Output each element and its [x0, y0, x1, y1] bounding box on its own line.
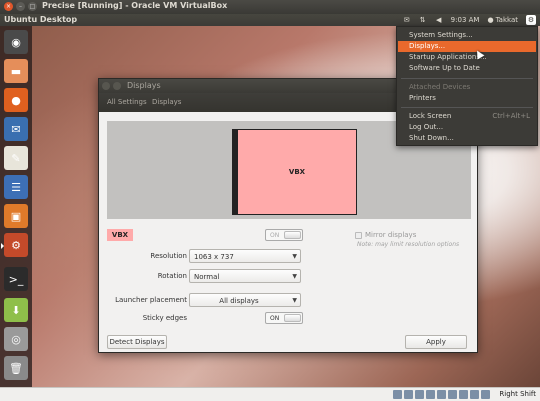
sticky-edges-label: Sticky edges — [142, 314, 187, 322]
monitor-preview[interactable]: VBX — [232, 129, 357, 215]
ubuntu-dash-icon[interactable]: ◉ — [4, 30, 28, 54]
menu-separator — [401, 107, 533, 108]
system-settings-icon[interactable]: ⚙ — [1, 233, 28, 257]
menu-item-displays[interactable]: Displays... — [398, 41, 536, 52]
mirror-label: Mirror displays — [365, 231, 417, 239]
resolution-label: Resolution — [150, 252, 187, 260]
keyboard-icon[interactable] — [481, 390, 490, 399]
apply-button[interactable]: Apply — [405, 335, 467, 349]
breadcrumb-all-settings[interactable]: All Settings — [107, 98, 147, 106]
thunderbird-icon[interactable]: ✉ — [4, 117, 28, 141]
close-icon[interactable]: × — [4, 2, 13, 11]
user-menu[interactable]: ● Takkat — [487, 16, 518, 24]
firefox-icon[interactable]: ● — [4, 88, 28, 112]
detect-displays-button[interactable]: Detect Displays — [107, 335, 167, 349]
vbox-status-bar: Right Shift — [0, 387, 540, 401]
menu-item-software-up-to-date[interactable]: Software Up to Date — [398, 63, 536, 74]
running-indicator — [1, 243, 4, 249]
chevron-down-icon: ▼ — [292, 273, 297, 280]
displays-window-controls — [102, 82, 121, 90]
mail-icon[interactable]: ✉ — [403, 16, 411, 24]
network-icon[interactable]: ⇅ — [419, 16, 427, 24]
lock-screen-label: Lock Screen — [409, 112, 452, 120]
maximize-icon[interactable]: □ — [28, 2, 37, 11]
lock-screen-shortcut: Ctrl+Alt+L — [492, 112, 530, 120]
network-icon[interactable] — [426, 390, 435, 399]
minimize-icon[interactable]: – — [16, 2, 25, 11]
rotation-value: Normal — [194, 273, 220, 281]
host-key-label: Right Shift — [499, 390, 536, 398]
vbox-window-controls: × – □ — [4, 2, 37, 11]
vbox-status-icons — [393, 390, 490, 399]
text-editor-icon[interactable]: ✎ — [4, 146, 28, 170]
launcher: ◉ ▬ ● ✉ ✎ ☰ ▣ ⚙ >_ ⬇ ◎ 🗑 — [0, 26, 32, 387]
desktop-label: Ubuntu Desktop — [4, 15, 78, 24]
usb-icon[interactable] — [415, 390, 424, 399]
trash-icon[interactable]: 🗑 — [4, 356, 28, 380]
checkbox-box — [355, 231, 362, 239]
minimize-icon[interactable] — [113, 82, 121, 90]
vbox-window-title: Precise [Running] - Oracle VM VirtualBox — [42, 1, 228, 10]
monitor-label: VBX — [288, 168, 306, 176]
toggle-knob — [284, 231, 301, 239]
user-name: Takkat — [495, 16, 518, 24]
close-icon[interactable] — [102, 82, 110, 90]
mirror-note: Note: may limit resolution options — [357, 241, 460, 248]
libreoffice-writer-icon[interactable]: ☰ — [4, 175, 28, 199]
user-icon: ● — [487, 16, 494, 24]
display-icon[interactable] — [448, 390, 457, 399]
breadcrumb-displays[interactable]: Displays — [152, 98, 181, 106]
system-tray: ✉ ⇅ ◀ 9:03 AM ● Takkat ⚙ — [403, 15, 536, 25]
top-panel: Ubuntu Desktop ✉ ⇅ ◀ 9:03 AM ● Takkat ⚙ — [0, 14, 540, 26]
toggle-label: ON — [270, 232, 280, 239]
menu-item-printers[interactable]: Printers — [398, 93, 536, 104]
menu-item-log-out[interactable]: Log Out... — [398, 122, 536, 133]
display-on-toggle[interactable]: ON — [265, 229, 303, 241]
menu-item-lock-screen[interactable]: Lock Screen Ctrl+Alt+L — [398, 111, 536, 122]
toggle-knob — [284, 314, 301, 322]
gear-icon[interactable]: ⚙ — [526, 15, 536, 25]
sticky-edges-toggle[interactable]: ON — [265, 312, 303, 324]
menu-item-system-settings[interactable]: System Settings... — [398, 30, 536, 41]
menu-item-startup-applications[interactable]: Startup Applications... — [398, 52, 536, 63]
rotation-dropdown[interactable]: Normal ▼ — [189, 269, 301, 283]
resolution-dropdown[interactable]: 1063 x 737 ▼ — [189, 249, 301, 263]
disk-icon[interactable]: ◎ — [4, 327, 28, 351]
vbox-title-bar: × – □ Precise [Running] - Oracle VM Virt… — [0, 0, 540, 14]
toggle-label: ON — [270, 315, 280, 322]
capture-icon[interactable] — [459, 390, 468, 399]
terminal-icon[interactable]: >_ — [4, 267, 28, 291]
rotation-label: Rotation — [157, 272, 187, 280]
menu-item-attached-devices: Attached Devices — [409, 83, 471, 91]
display-name-tag: VBX — [107, 229, 133, 241]
host-key-indicator: Right Shift — [499, 390, 536, 398]
launcher-placement-label: Launcher placement — [115, 296, 187, 304]
menu-separator — [401, 78, 533, 79]
window-title: Displays — [127, 81, 161, 90]
volume-icon[interactable]: ◀ — [435, 16, 443, 24]
ubuntu-software-center-icon[interactable]: ▣ — [4, 204, 28, 228]
chevron-down-icon: ▼ — [292, 297, 297, 304]
launcher-placement-value: All displays — [219, 297, 259, 305]
mirror-displays-checkbox[interactable]: Mirror displays — [355, 231, 416, 239]
hdd-icon[interactable] — [393, 390, 402, 399]
home-folder-icon[interactable]: ▬ — [4, 59, 28, 83]
clock[interactable]: 9:03 AM — [451, 16, 480, 24]
mouse-icon[interactable] — [470, 390, 479, 399]
launcher-placement-dropdown[interactable]: All displays ▼ — [189, 293, 301, 307]
cd-icon[interactable] — [404, 390, 413, 399]
session-menu: System Settings... Displays... Startup A… — [396, 26, 538, 146]
update-manager-icon[interactable]: ⬇ — [4, 298, 28, 322]
shared-folder-icon[interactable] — [437, 390, 446, 399]
chevron-down-icon: ▼ — [292, 253, 297, 260]
resolution-value: 1063 x 737 — [194, 253, 234, 261]
menu-item-shut-down[interactable]: Shut Down... — [398, 133, 536, 144]
